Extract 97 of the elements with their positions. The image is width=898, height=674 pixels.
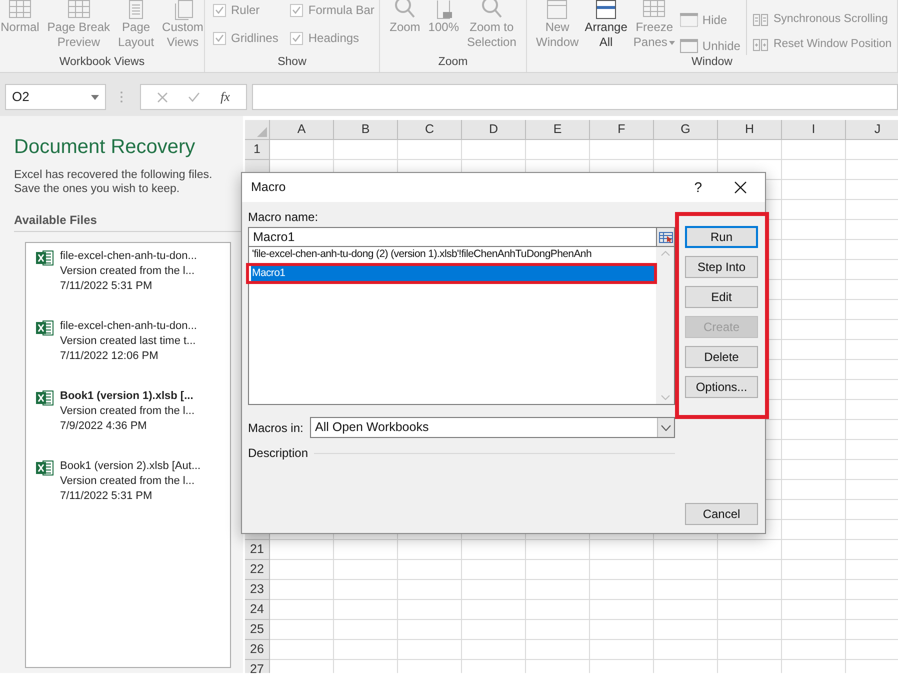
- file-time: 7/11/2022 5:31 PM: [60, 279, 154, 294]
- group-label: Workbook Views: [59, 55, 145, 70]
- spreadsheet-icon: [36, 390, 54, 406]
- check-icon: [215, 34, 224, 42]
- column-header[interactable]: D: [462, 120, 526, 140]
- check-icon: [292, 6, 302, 14]
- select-all-icon: [257, 127, 267, 137]
- check-icon: [188, 92, 200, 102]
- grid-icon: [8, 0, 32, 20]
- range-picker-button[interactable]: [656, 227, 675, 247]
- formula-input[interactable]: [252, 84, 898, 110]
- range-picker-icon: [658, 232, 672, 242]
- scrollbar[interactable]: [656, 247, 674, 404]
- file-note: Version created last time t...: [60, 334, 197, 349]
- spreadsheet-icon: [36, 320, 54, 336]
- description-text: Excel has recovered the following files. Save the ones you wish to keep.: [14, 168, 214, 196]
- file-time: 7/9/2022 4:36 PM: [60, 419, 148, 434]
- row-header[interactable]: 25: [245, 620, 270, 640]
- insert-function-button[interactable]: fx: [220, 87, 230, 107]
- file-note: Version created from the l...: [60, 404, 195, 419]
- row-header[interactable]: 22: [245, 560, 270, 580]
- group-label: Window: [692, 55, 732, 70]
- file-name: file-excel-chen-anh-tu-don...: [60, 249, 197, 264]
- row-header[interactable]: 21: [245, 540, 270, 560]
- dialog-button[interactable]: Edit: [685, 286, 758, 308]
- magnifier-icon: [480, 0, 504, 20]
- column-header[interactable]: A: [270, 120, 334, 140]
- dialog-title: Macro: [251, 179, 287, 196]
- window-icon: [545, 0, 570, 20]
- chevron-up-icon: [660, 251, 670, 256]
- chevron-down-icon: [661, 424, 671, 430]
- file-time: 7/11/2022 12:06 PM: [60, 349, 160, 364]
- check-icon: [215, 6, 224, 14]
- row-header[interactable]: 23: [245, 580, 270, 600]
- grid-icon: [66, 0, 91, 20]
- chevron-down-icon: [660, 395, 670, 400]
- group-label: Zoom: [438, 55, 468, 70]
- file-time: 7/11/2022 5:31 PM: [60, 489, 154, 504]
- side-by-side-icon: [753, 12, 770, 27]
- help-button[interactable]: ?: [694, 177, 702, 198]
- row-header[interactable]: 26: [245, 640, 270, 660]
- close-icon: [157, 92, 168, 102]
- file-item[interactable]: file-excel-chen-anh-tu-don... Version created from the l... 7/11/2022 5:31 PM: [26, 249, 230, 319]
- dotted-window-icon: [680, 13, 698, 27]
- caret-icon: [669, 40, 676, 44]
- group-label: Show: [278, 55, 306, 70]
- file-name: Book1 (version 1).xlsb [...: [60, 389, 194, 404]
- side-by-side-icon: [753, 38, 770, 52]
- column-header[interactable]: C: [398, 120, 462, 140]
- file-item[interactable]: file-excel-chen-anh-tu-don... Version created last time t... 7/11/2022 12:06 PM: [26, 319, 230, 389]
- dialog-button[interactable]: Run: [685, 226, 758, 248]
- file-name: Book1 (version 2).xlsb [Aut...: [60, 459, 201, 474]
- name-box[interactable]: O2: [5, 84, 106, 110]
- dialog-button[interactable]: Options...: [685, 376, 758, 398]
- macros-in-dropdown[interactable]: All Open Workbooks: [310, 417, 675, 438]
- grip-icon: [120, 91, 123, 103]
- window-icon: [680, 39, 698, 53]
- file-note: Version created from the l...: [60, 474, 196, 489]
- field-label: Description: [248, 445, 308, 462]
- checkbox-label: Headings: [308, 30, 360, 47]
- file-item[interactable]: Book1 (version 2).xlsb [Aut... Version created from the l... 7/11/2022 5:31 PM: [26, 459, 230, 529]
- magnifier-icon: [392, 0, 417, 20]
- checkbox-label: Formula Bar: [308, 2, 374, 19]
- column-header[interactable]: E: [526, 120, 590, 140]
- spreadsheet-icon: [36, 460, 54, 476]
- caret-icon: [91, 94, 99, 100]
- macro-item[interactable]: 'file-excel-chen-anh-tu-dong (2) (version 1).xlsb'!fileChenAnhTuDongPhenAnh: [251, 247, 656, 261]
- panel-title: Document Recovery: [14, 135, 196, 159]
- cell-reference: O2: [12, 88, 30, 106]
- field-label: Macro name:: [248, 210, 320, 224]
- row-header[interactable]: 27: [245, 660, 270, 673]
- file-item[interactable]: Book1 (version 1).xlsb [... Version created from the l... 7/9/2022 4:36 PM: [26, 389, 230, 459]
- close-icon: [734, 181, 747, 194]
- row-header[interactable]: 1: [245, 140, 270, 160]
- check-icon: [292, 34, 302, 42]
- file-name: file-excel-chen-anh-tu-don...: [60, 319, 197, 334]
- field-label: Macros in:: [248, 420, 304, 436]
- column-header[interactable]: J: [846, 120, 898, 140]
- column-header[interactable]: H: [718, 120, 782, 140]
- checkbox-label: Gridlines: [231, 30, 278, 47]
- cancel-button[interactable]: Cancel: [685, 503, 758, 525]
- macro-item[interactable]: Macro1: [251, 266, 656, 281]
- dropdown-value: All Open Workbooks: [314, 419, 430, 436]
- ribbon-button[interactable]: Arrange All: [582, 0, 630, 50]
- macro-name-field[interactable]: Macro1: [248, 227, 656, 247]
- column-header[interactable]: G: [654, 120, 718, 140]
- column-header[interactable]: F: [590, 120, 654, 140]
- row-header[interactable]: 24: [245, 600, 270, 620]
- grid-icon: [642, 0, 666, 20]
- dialog-button[interactable]: Step Into: [685, 256, 758, 278]
- dialog-button[interactable]: Delete: [685, 346, 758, 368]
- file-note: Version created from the l...: [60, 264, 196, 279]
- checkbox-label: Ruler: [231, 2, 260, 19]
- spreadsheet-icon: [36, 250, 54, 266]
- column-header[interactable]: I: [782, 120, 846, 140]
- column-header[interactable]: B: [334, 120, 398, 140]
- close-button[interactable]: [734, 181, 747, 194]
